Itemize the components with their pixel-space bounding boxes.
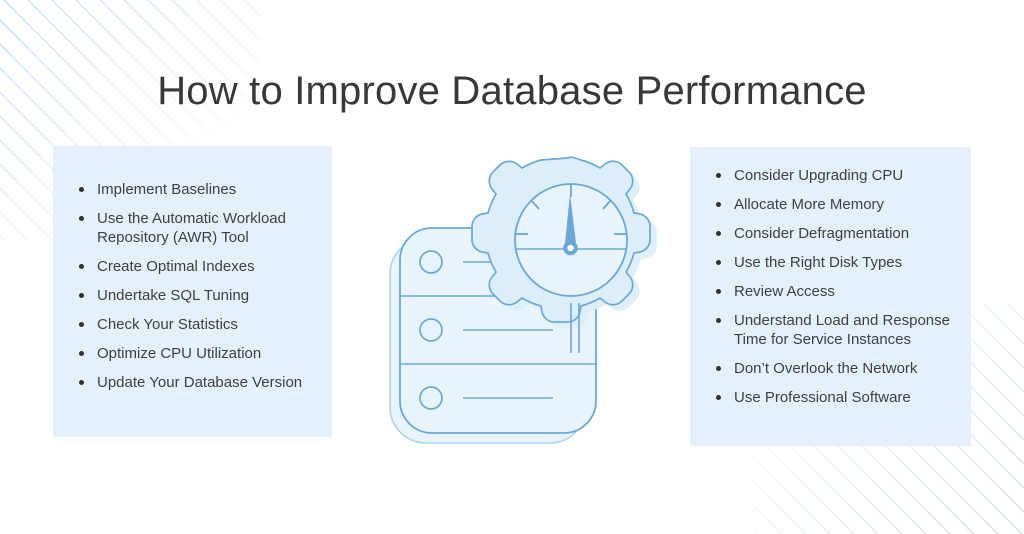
right-bullet-item-label: Consider Upgrading CPU <box>734 167 904 184</box>
left-bullet-item: Implement Baselines <box>67 180 318 199</box>
left-bullet-panel: Implement Baselines Use the Automatic Wor… <box>53 146 332 437</box>
left-bullet-item-label: Create Optimal Indexes <box>97 258 255 275</box>
right-bullet-panel: Consider Upgrading CPU Allocate More Memo… <box>690 147 971 446</box>
gauge-needle-hub-center <box>567 244 574 252</box>
page-title: How to Improve Database Performance <box>157 68 867 113</box>
right-bullet-item-label: Review Access <box>734 283 835 300</box>
left-bullet-list: Implement Baselines Use the Automatic Wor… <box>67 180 318 392</box>
bullet-dot-icon <box>716 260 721 265</box>
database-server-performance-illustration <box>378 148 678 454</box>
left-bullet-item: Update Your Database Version <box>67 373 318 392</box>
bullet-dot-icon <box>716 366 721 371</box>
left-bullet-item-label: Use the Automatic Workload Repository (A… <box>97 210 286 246</box>
bullet-dot-icon <box>716 231 721 236</box>
bullet-dot-icon <box>79 380 84 385</box>
left-bullet-item-label: Undertake SQL Tuning <box>97 287 250 304</box>
bullet-dot-icon <box>79 351 84 356</box>
right-bullet-item: Understand Load and Response Time for Se… <box>704 311 957 349</box>
right-bullet-item: Use Professional Software <box>704 388 957 407</box>
bullet-dot-icon <box>716 318 721 323</box>
right-bullet-item: Use the Right Disk Types <box>704 253 957 272</box>
bullet-dot-icon <box>716 173 721 178</box>
illustration-svg <box>389 156 658 444</box>
speedometer-gauge <box>514 183 628 297</box>
left-bullet-item-label: Implement Baselines <box>97 181 237 198</box>
left-bullet-item-label: Optimize CPU Utilization <box>97 345 262 362</box>
right-bullet-item: Allocate More Memory <box>704 195 957 214</box>
right-bullet-list: Consider Upgrading CPU Allocate More Memo… <box>704 166 957 407</box>
right-bullet-item-label: Allocate More Memory <box>734 196 885 213</box>
bullet-dot-icon <box>716 289 721 294</box>
left-bullet-item-label: Update Your Database Version <box>97 374 303 391</box>
right-bullet-item-label: Consider Defragmentation <box>734 225 910 242</box>
right-bullet-item-label: Use Professional Software <box>734 389 911 406</box>
bullet-dot-icon <box>716 395 721 400</box>
right-bullet-item: Consider Upgrading CPU <box>704 166 957 185</box>
bullet-dot-icon <box>716 202 721 207</box>
left-bullet-item: Use the Automatic Workload Repository (A… <box>67 209 318 247</box>
bullet-dot-icon <box>79 293 84 298</box>
right-bullet-item-label: Understand Load and Response Time for Se… <box>734 312 950 348</box>
slide-canvas: How to Improve Database Performance Impl… <box>0 0 1024 534</box>
bullet-dot-icon <box>79 264 84 269</box>
left-bullet-item: Check Your Statistics <box>67 315 318 334</box>
bullet-dot-icon <box>79 216 84 221</box>
left-bullet-item: Create Optimal Indexes <box>67 257 318 276</box>
right-bullet-item-label: Don’t Overlook the Network <box>734 360 918 377</box>
left-bullet-item: Optimize CPU Utilization <box>67 344 318 363</box>
right-bullet-item: Consider Defragmentation <box>704 224 957 243</box>
left-bullet-item: Undertake SQL Tuning <box>67 286 318 305</box>
right-bullet-item: Review Access <box>704 282 957 301</box>
bullet-dot-icon <box>79 187 84 192</box>
right-bullet-item: Don’t Overlook the Network <box>704 359 957 378</box>
bullet-dot-icon <box>79 322 84 327</box>
left-bullet-item-label: Check Your Statistics <box>97 316 238 333</box>
right-bullet-item-label: Use the Right Disk Types <box>734 254 903 271</box>
